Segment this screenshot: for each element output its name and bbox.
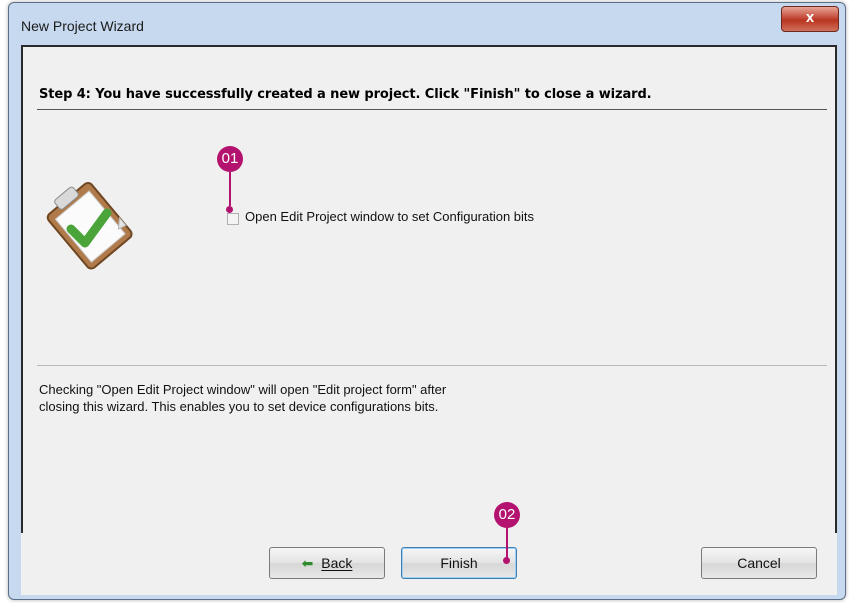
info-line: Checking "Open Edit Project window" will… — [39, 382, 447, 397]
config-bits-label[interactable]: Open Edit Project window to set Configur… — [245, 209, 534, 224]
clipboard-check-icon — [46, 182, 133, 270]
wizard-window: New Project Wizard x Step 4: You have su… — [8, 2, 846, 600]
window-title: New Project Wizard — [21, 18, 144, 34]
back-arrow-icon: ⬅ — [301, 555, 314, 571]
divider — [37, 109, 827, 110]
callout-dot-02 — [503, 557, 510, 564]
wizard-content: Step 4: You have successfully created a … — [21, 45, 837, 535]
info-text: Checking "Open Edit Project window" will… — [39, 381, 446, 415]
callout-line-02 — [506, 528, 508, 558]
callout-badge-02: 02 — [494, 502, 520, 528]
title-bar: New Project Wizard x — [9, 3, 845, 45]
info-line: closing this wizard. This enables you to… — [39, 399, 439, 414]
finish-button-label: Finish — [440, 555, 478, 571]
callout-line-01 — [229, 172, 231, 206]
config-bits-checkbox[interactable] — [227, 213, 239, 225]
cancel-button-label: Cancel — [737, 555, 781, 571]
finish-button[interactable]: Finish — [401, 547, 517, 579]
back-button-label: Back — [321, 555, 353, 571]
callout-badge-01: 01 — [217, 146, 243, 172]
cancel-button[interactable]: Cancel — [701, 547, 817, 579]
close-button[interactable]: x — [781, 6, 839, 32]
button-bar: ⬅ Back Finish Cancel — [21, 533, 837, 595]
close-icon: x — [805, 9, 815, 26]
step-title: Step 4: You have successfully created a … — [39, 87, 652, 102]
back-button[interactable]: ⬅ Back — [269, 547, 385, 579]
divider — [37, 365, 827, 366]
callout-dot-01 — [226, 206, 233, 213]
